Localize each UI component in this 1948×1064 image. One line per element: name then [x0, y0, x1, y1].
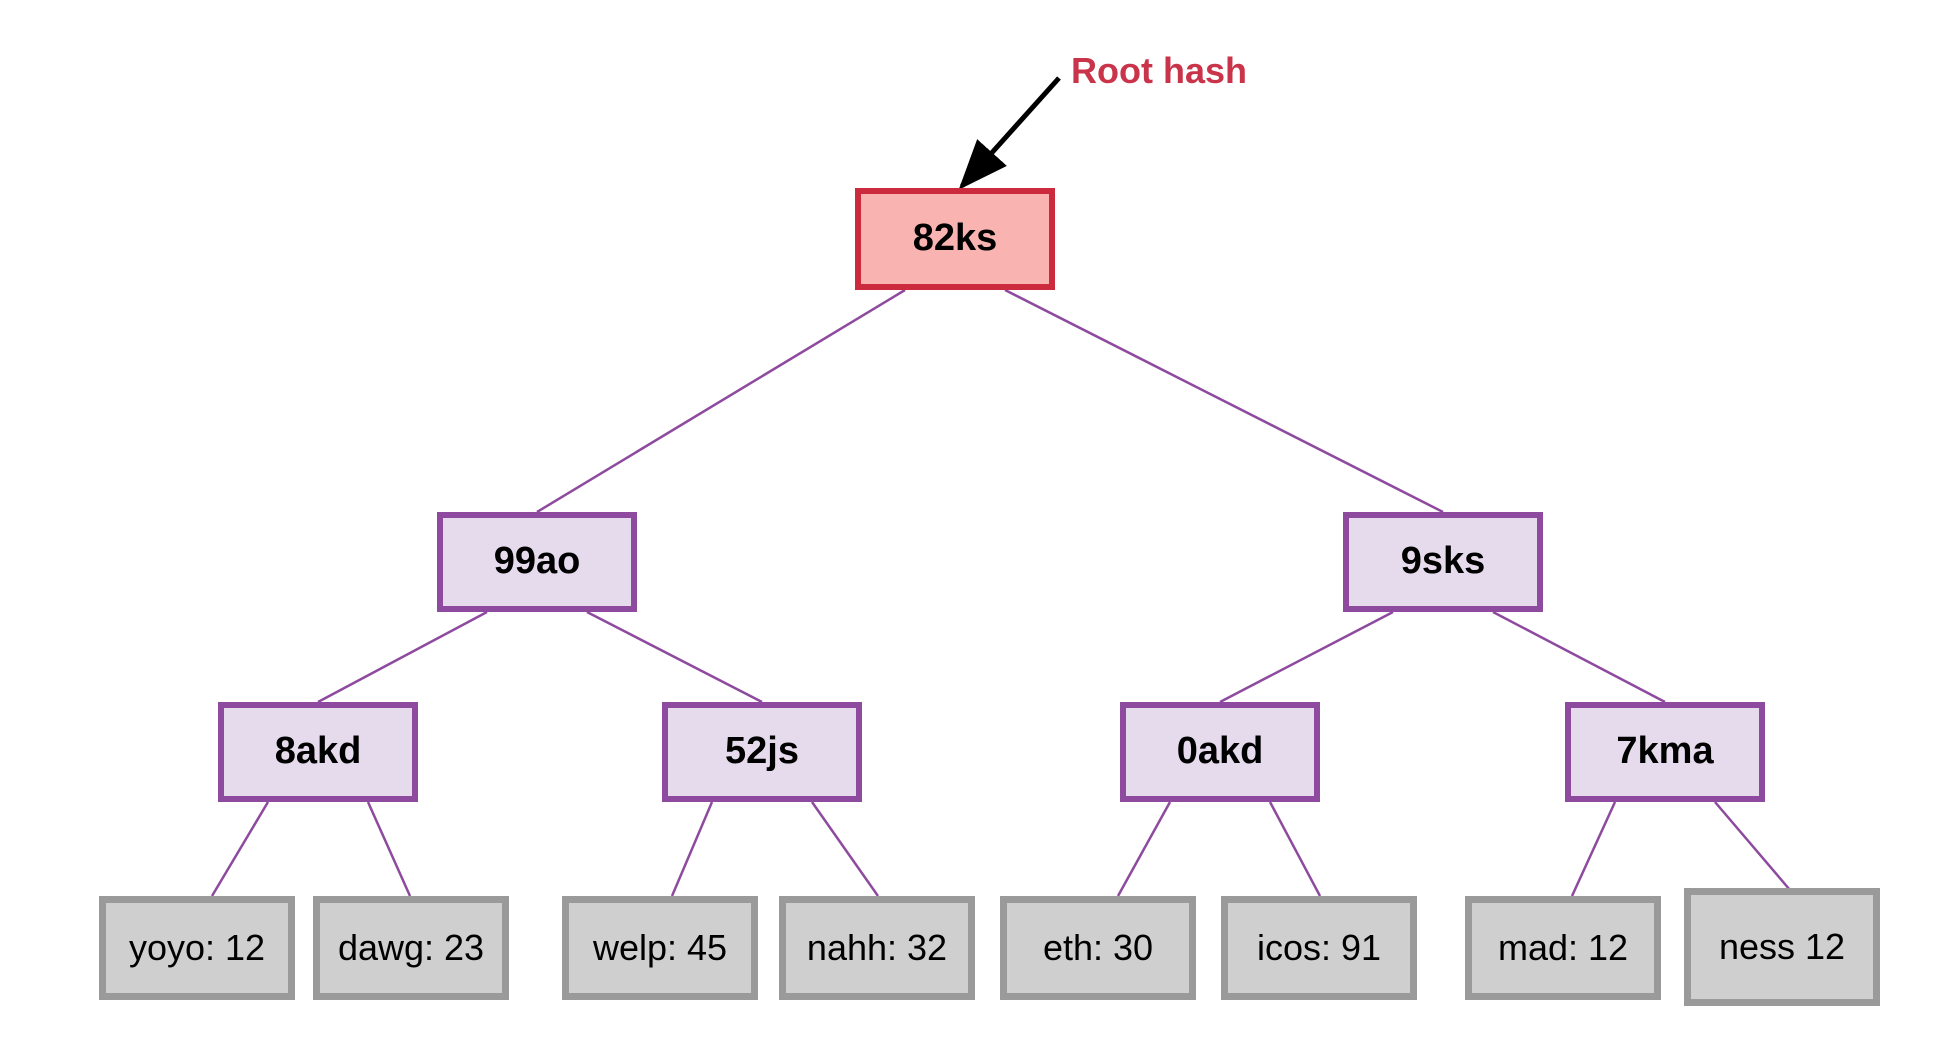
node-hash-0akd[interactable]: 0akd: [1120, 702, 1320, 802]
node-root-hash[interactable]: 82ks: [855, 188, 1055, 290]
leaf-label: nahh: 32: [806, 927, 948, 969]
leaf-node-yoyo[interactable]: yoyo: 12: [99, 896, 295, 1000]
node-hash-8akd[interactable]: 8akd: [218, 702, 418, 802]
node-hash-52js[interactable]: 52js: [662, 702, 862, 802]
tree-edge: [586, 610, 763, 704]
tree-edge: [670, 801, 714, 897]
node-label: 9sks: [1400, 540, 1486, 583]
leaf-node-welp[interactable]: welp: 45: [562, 896, 758, 1000]
leaf-node-dawg[interactable]: dawg: 23: [313, 896, 509, 1000]
node-label: 52js: [725, 730, 799, 773]
tree-edge: [1570, 801, 1617, 897]
node-label: 0akd: [1176, 730, 1264, 773]
node-label: 99ao: [493, 540, 581, 583]
leaf-node-icos[interactable]: icos: 91: [1221, 896, 1417, 1000]
tree-edge: [536, 288, 906, 514]
tree-edge: [1219, 610, 1394, 704]
leaf-label: yoyo: 12: [128, 927, 266, 969]
annotation-label: Root hash: [1071, 50, 1247, 91]
tree-edge: [810, 801, 880, 897]
node-label: 82ks: [912, 217, 998, 260]
tree-edge: [317, 610, 488, 704]
leaf-label: eth: 30: [1042, 927, 1154, 969]
tree-edge: [1116, 801, 1172, 897]
tree-edge: [1268, 801, 1322, 897]
leaf-label: welp: 45: [592, 927, 728, 969]
node-hash-9sks[interactable]: 9sks: [1343, 512, 1543, 612]
leaf-node-eth[interactable]: eth: 30: [1000, 896, 1196, 1000]
annotation-arrow-line: [958, 76, 1061, 190]
root-hash-arrow: [958, 76, 1061, 190]
node-hash-7kma[interactable]: 7kma: [1565, 702, 1765, 802]
node-hash-99ao[interactable]: 99ao: [437, 512, 637, 612]
leaf-label: ness 12: [1718, 926, 1846, 968]
leaf-label: dawg: 23: [337, 927, 485, 969]
tree-edge: [1492, 610, 1666, 704]
tree-edge: [366, 801, 412, 897]
node-label: 7kma: [1616, 730, 1714, 773]
diagram-canvas: 82ks 99ao 9sks 8akd 52js 0akd 7kma yoyo:…: [0, 0, 1948, 1064]
tree-edge: [210, 801, 270, 897]
leaf-label: icos: 91: [1256, 927, 1382, 969]
tree-edge: [1004, 288, 1444, 514]
leaf-node-ness[interactable]: ness 12: [1684, 888, 1880, 1006]
leaf-node-mad[interactable]: mad: 12: [1465, 896, 1661, 1000]
leaf-label: mad: 12: [1497, 927, 1629, 969]
node-label: 8akd: [274, 730, 362, 773]
leaf-node-nahh[interactable]: nahh: 32: [779, 896, 975, 1000]
tree-edge: [1714, 801, 1791, 891]
root-hash-annotation: Root hash: [1071, 50, 1247, 92]
